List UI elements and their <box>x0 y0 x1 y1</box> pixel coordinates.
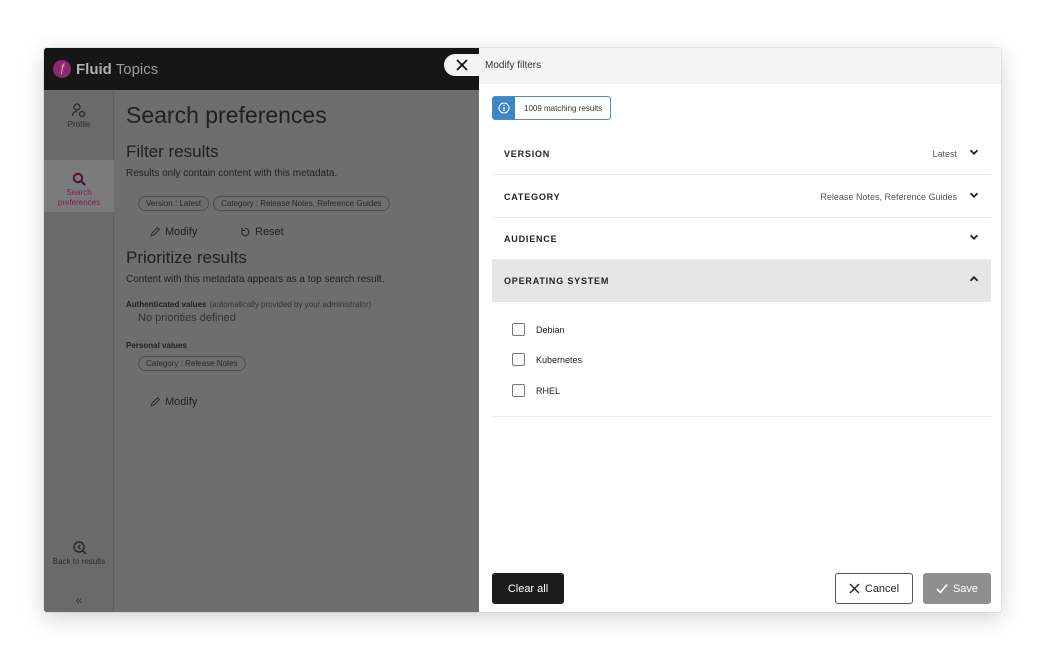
operating-system-options: Debian Kubernetes RHEL <box>492 303 991 417</box>
clear-all-button[interactable]: Clear all <box>492 573 564 604</box>
facet-name: CATEGORY <box>504 192 561 202</box>
option-debian[interactable]: Debian <box>512 323 565 336</box>
double-chevron-left-icon: « <box>75 593 83 607</box>
checkbox[interactable] <box>512 353 525 366</box>
facet-value: Latest <box>932 149 957 159</box>
authenticated-values-label: Authenticated values (automatically provi… <box>126 300 372 309</box>
option-label: RHEL <box>536 385 561 396</box>
save-button[interactable]: Save <box>923 573 991 604</box>
check-icon <box>936 583 948 594</box>
modify-label: Modify <box>165 396 198 408</box>
brand-name: Fluid Topics <box>76 61 159 78</box>
facet-name: VERSION <box>504 149 551 159</box>
reset-label: Reset <box>255 226 284 238</box>
search-preferences-page: ƒ Fluid Topics Profile Search preference… <box>44 48 480 612</box>
pencil-icon <box>150 397 160 407</box>
cancel-label: Cancel <box>864 582 900 595</box>
close-icon <box>849 583 860 594</box>
facet-category[interactable]: CATEGORY Release Notes, Reference Guides <box>492 176 991 218</box>
search-icon <box>72 172 86 186</box>
reset-filters-link[interactable]: Reset <box>240 226 284 238</box>
save-label: Save <box>952 582 979 595</box>
rail-item-back-to-results[interactable]: Back to results <box>44 540 114 570</box>
close-icon <box>456 59 468 71</box>
personal-chips: Category : Release Notes <box>138 356 246 371</box>
chevron-down-icon <box>969 234 979 240</box>
info-icon <box>493 97 515 119</box>
rail-item-label: Search <box>66 188 92 197</box>
clear-all-label: Clear all <box>507 582 549 595</box>
rail-item-search-preferences[interactable]: Search preferences <box>44 160 114 212</box>
reset-icon <box>241 227 250 237</box>
rail-item-label: Profile <box>67 120 91 129</box>
matching-results-text: 1009 matching results <box>524 103 603 113</box>
no-priorities-text: No priorities defined <box>138 312 236 324</box>
fluid-topics-logo-icon: ƒ <box>53 60 71 78</box>
chevron-down-icon <box>969 149 979 155</box>
checkbox[interactable] <box>512 384 525 397</box>
facet-name: AUDIENCE <box>504 234 558 244</box>
rail-item-profile[interactable]: Profile <box>44 102 114 142</box>
facet-value: Release Notes, Reference Guides <box>820 192 957 202</box>
checkbox[interactable] <box>512 323 525 336</box>
prioritize-results-heading: Prioritize results <box>126 248 247 267</box>
prioritize-results-description: Content with this metadata appears as a … <box>126 274 385 285</box>
option-kubernetes[interactable]: Kubernetes <box>512 353 582 366</box>
pencil-icon <box>150 227 160 237</box>
facet-name: OPERATING SYSTEM <box>504 276 610 286</box>
top-bar: ƒ Fluid Topics <box>44 48 479 90</box>
personal-chip: Category : Release Notes <box>138 356 246 371</box>
option-label: Kubernetes <box>536 354 583 365</box>
cancel-button[interactable]: Cancel <box>835 573 913 604</box>
filter-results-heading: Filter results <box>126 142 219 161</box>
rail-item-label-2: preferences <box>57 198 101 207</box>
matching-results-badge: 1009 matching results <box>492 96 612 120</box>
filter-chip: Category : Release Notes, Reference Guid… <box>213 196 390 211</box>
facet-version[interactable]: VERSION Latest <box>492 133 991 175</box>
profile-icon <box>71 103 86 118</box>
modify-filters-panel: Modify filters 1009 matching results VER… <box>479 48 1001 612</box>
facet-operating-system[interactable]: OPERATING SYSTEM <box>492 260 991 302</box>
rail-item-label: Back to results <box>52 557 106 566</box>
app-window: ƒ Fluid Topics Profile Search preference… <box>44 48 1001 612</box>
modify-priorities-link[interactable]: Modify <box>150 396 197 408</box>
side-rail: Profile Search preferences Back to resul… <box>44 90 114 612</box>
option-label: Debian <box>536 324 565 335</box>
back-search-icon <box>72 541 87 555</box>
collapse-rail-button[interactable]: « <box>44 593 114 607</box>
modify-label: Modify <box>165 226 198 238</box>
modify-filters-link[interactable]: Modify <box>150 226 197 238</box>
facet-audience[interactable]: AUDIENCE <box>492 218 991 260</box>
panel-title: Modify filters <box>485 60 542 71</box>
filter-results-description: Results only contain content with this m… <box>126 168 338 179</box>
panel-header: Modify filters <box>479 48 1001 84</box>
close-modal-button[interactable] <box>444 54 480 76</box>
filter-chip: Version : Latest <box>138 196 210 211</box>
chevron-down-icon <box>969 192 979 198</box>
authenticated-values-note: (automatically provided by your administ… <box>209 300 372 309</box>
filter-chips: Version : Latest Category : Release Note… <box>138 196 390 211</box>
personal-values-label: Personal values <box>126 341 187 350</box>
page-title: Search preferences <box>126 102 327 128</box>
chevron-up-icon <box>969 275 979 282</box>
option-rhel[interactable]: RHEL <box>512 384 560 397</box>
